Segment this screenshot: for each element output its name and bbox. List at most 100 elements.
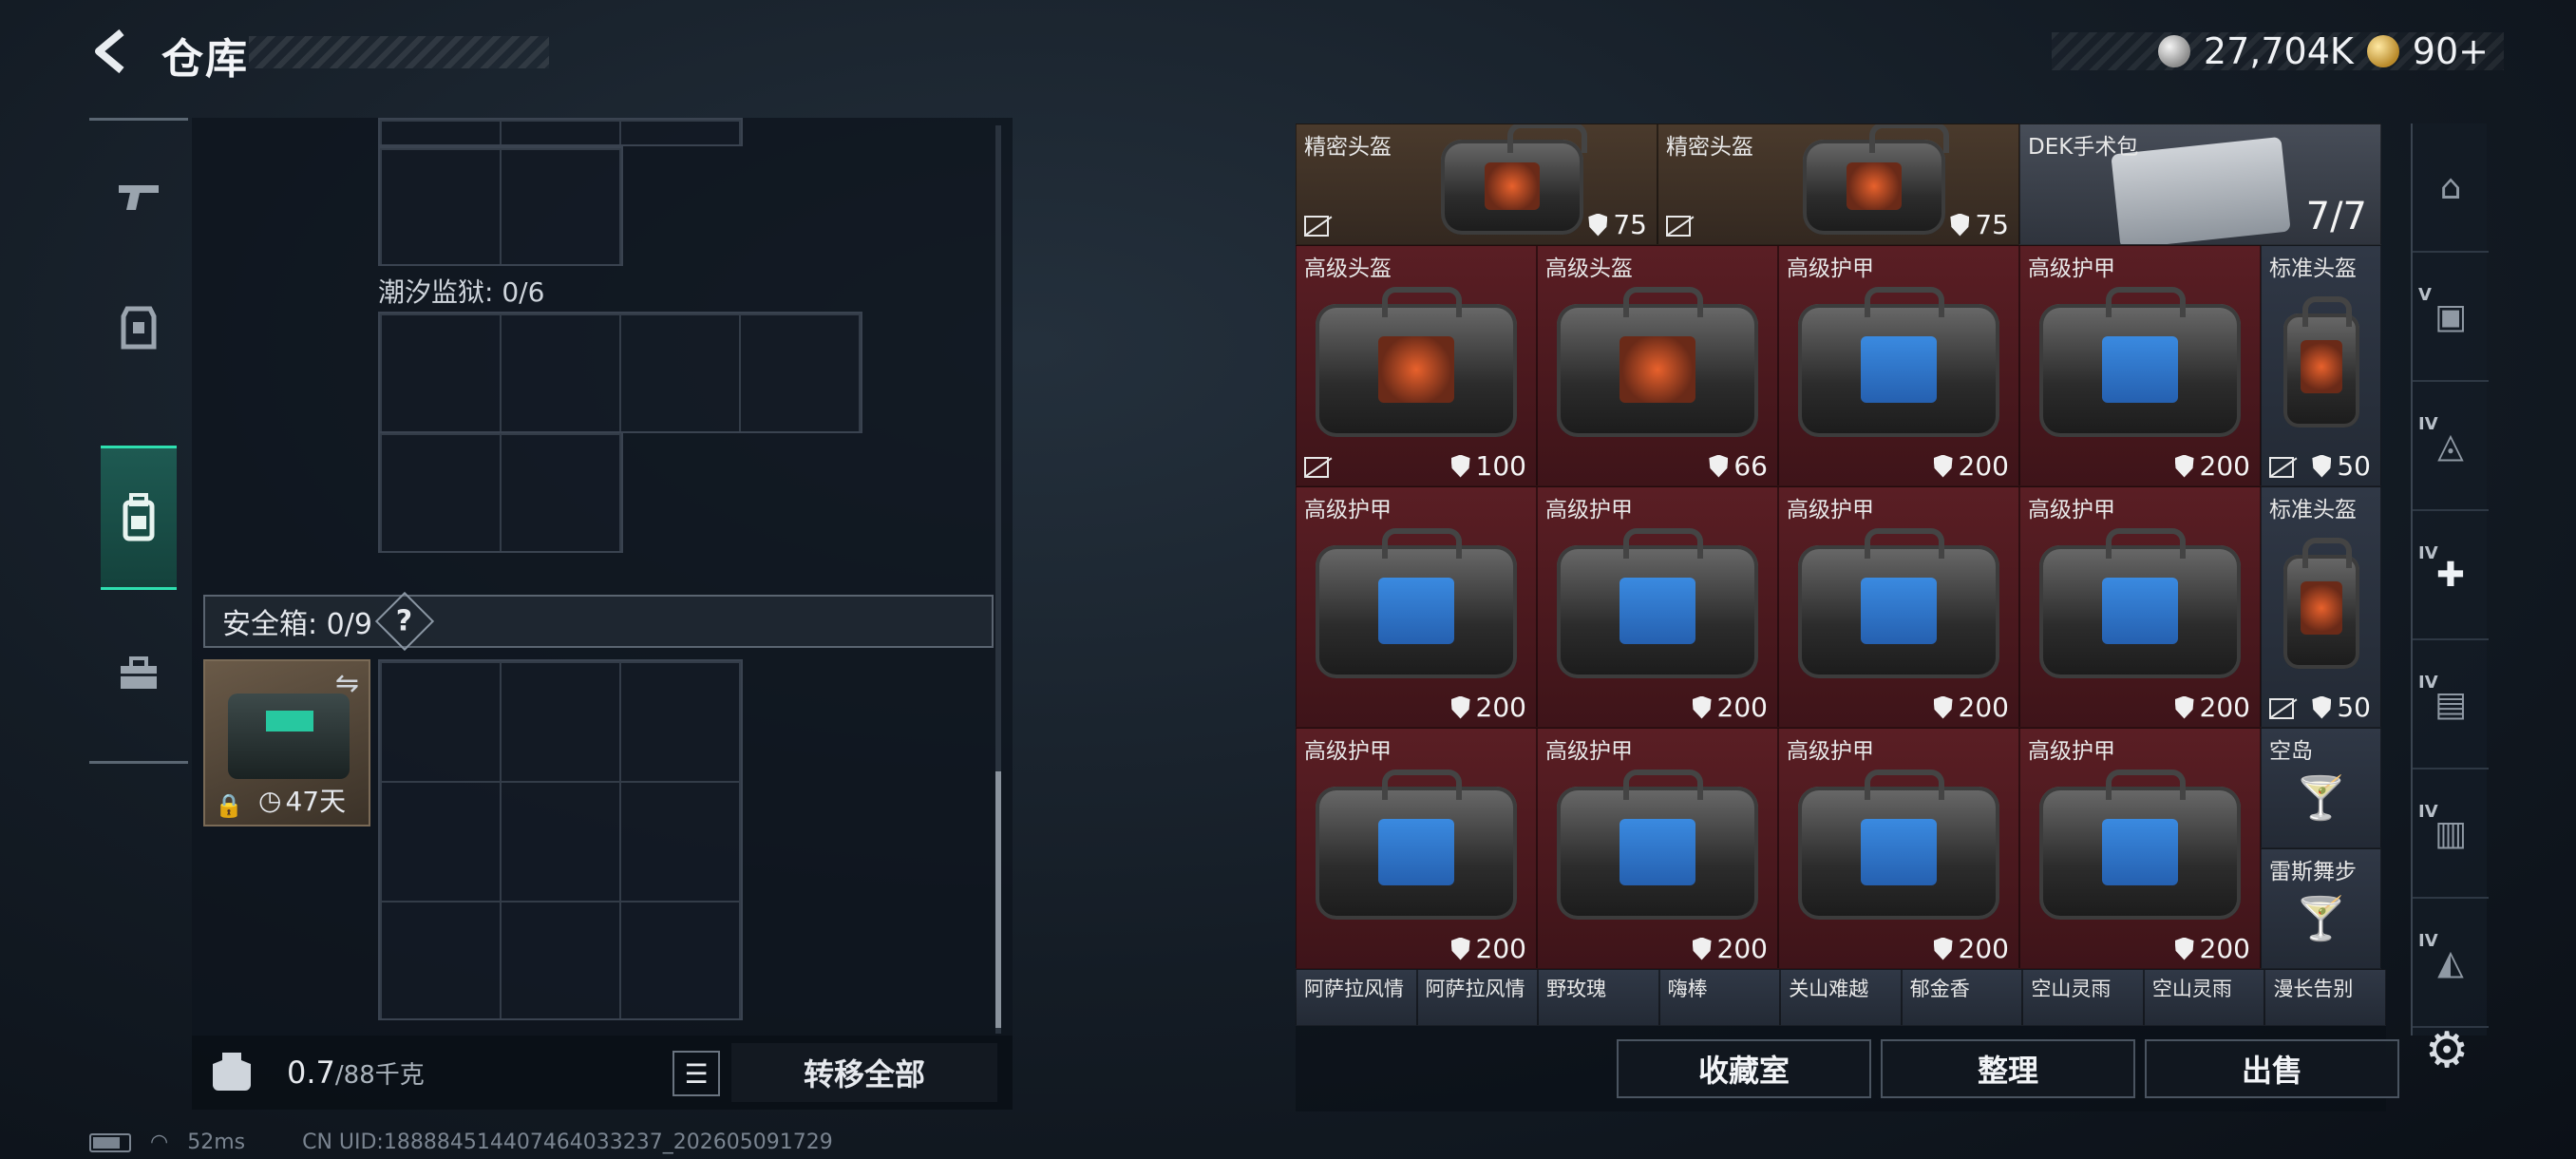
item-name: 标准头盔 xyxy=(2269,498,2357,522)
prison-container-label: 潮汐监狱: 0/6 xyxy=(378,276,545,308)
weight-readout: 0.7/88千克 xyxy=(287,1054,425,1091)
helmet-bag-image xyxy=(1316,287,1517,438)
item-cell[interactable]: 高级护甲 200 xyxy=(1537,486,1778,728)
item-name: 高级护甲 xyxy=(2028,739,2115,764)
no-repair-icon xyxy=(1304,457,1329,478)
standard-helmet-image xyxy=(2282,538,2359,670)
shield-icon xyxy=(2174,695,2194,719)
pistol-icon[interactable] xyxy=(99,157,179,237)
container-grid-top[interactable] xyxy=(378,118,743,146)
item-cell[interactable]: 高级头盔 66 xyxy=(1537,245,1778,486)
item-name: 高级护甲 xyxy=(1787,498,1874,522)
shield-icon xyxy=(2174,937,2194,960)
item-cell[interactable]: 嗨棒 xyxy=(1658,969,1781,1026)
prison-grid-row1[interactable] xyxy=(378,312,862,433)
item-cell[interactable]: 高级护甲 200 xyxy=(2019,486,2261,728)
item-value: 50 xyxy=(2337,450,2371,482)
back-button[interactable] xyxy=(87,27,137,76)
backpack-scrollbar[interactable] xyxy=(995,125,1001,1034)
sort-button[interactable]: 整理 xyxy=(1881,1039,2135,1098)
armor-bag-image xyxy=(1798,287,1999,438)
item-cell[interactable]: 高级护甲 200 xyxy=(1296,486,1537,728)
item-cell[interactable]: 野玫瑰 xyxy=(1538,969,1659,1026)
uid-text: CN UID:1888845144074640332​37_2026050917… xyxy=(302,1130,833,1154)
prison-grid-row2[interactable] xyxy=(378,431,623,553)
item-cell[interactable]: 高级护甲 200 xyxy=(1778,486,2019,728)
toolbox-icon[interactable] xyxy=(99,634,179,713)
item-name: 高级护甲 xyxy=(2028,498,2115,522)
item-name: 高级护甲 xyxy=(1787,739,1874,764)
helmet-icon[interactable]: ⌂ xyxy=(2413,124,2489,253)
shield-icon xyxy=(2312,695,2332,719)
scrollbar-thumb[interactable] xyxy=(995,771,1001,1028)
item-cell[interactable]: 精密头盔 75 xyxy=(1657,124,2019,245)
item-cell[interactable]: 🍸 雷斯舞步 xyxy=(2261,848,2381,969)
item-durability: 7/7 xyxy=(2306,195,2367,238)
camera-icon[interactable]: ▣ V xyxy=(2413,253,2489,382)
item-cell[interactable]: 标准头盔 50 xyxy=(2261,245,2381,486)
item-durability: 200 xyxy=(1692,692,1768,723)
item-cell[interactable]: 精密头盔 75 xyxy=(1296,124,1657,245)
backpack-panel: 潮汐监狱: 0/6 安全箱: 0/9 ? ⇋ 🔒 ◷ 47天 0.7/88千克 … xyxy=(192,118,1013,1110)
no-repair-icon xyxy=(2269,457,2294,478)
map-icon[interactable]: ◭ IV xyxy=(2413,899,2489,1028)
weapon-crate-icon[interactable]: ◬ IV xyxy=(2413,382,2489,511)
safebox-label: 安全箱: 0/9 xyxy=(222,608,372,641)
shield-icon xyxy=(1692,695,1712,719)
item-cell[interactable]: 高级护甲 200 xyxy=(2019,728,2261,969)
sell-button[interactable]: 出售 xyxy=(2145,1039,2399,1098)
shield-icon xyxy=(1933,454,1953,478)
safebox-item-card[interactable]: ⇋ 🔒 ◷ 47天 xyxy=(203,659,370,826)
armor-vest-icon[interactable] xyxy=(99,288,179,368)
item-cell[interactable]: 阿萨拉风情 xyxy=(1296,969,1417,1026)
helmet-bag-image xyxy=(1557,287,1758,438)
container-grid-upper[interactable] xyxy=(378,146,623,266)
item-cell[interactable]: 郁金香 xyxy=(1901,969,2023,1026)
item-cell[interactable]: 空山灵雨 xyxy=(2022,969,2144,1026)
settings-gear-icon[interactable]: ⚙ xyxy=(2418,1022,2475,1079)
item-cell[interactable]: 高级护甲 200 xyxy=(1778,728,2019,969)
safebox-grid[interactable] xyxy=(378,659,743,1020)
item-cell[interactable]: 漫长告别 xyxy=(2264,969,2386,1026)
help-button[interactable]: ? xyxy=(374,591,435,652)
item-cell[interactable]: 高级头盔 100 xyxy=(1296,245,1537,486)
item-cell[interactable]: 🍸 空岛 xyxy=(2261,728,2381,848)
folder-icon[interactable]: ▥ IV xyxy=(2413,770,2489,899)
shield-icon xyxy=(2312,454,2332,478)
item-cell[interactable]: DEK手术包 7/7 xyxy=(2019,124,2381,245)
item-name: 高级护甲 xyxy=(1304,739,1392,764)
shield-icon xyxy=(1933,937,1953,960)
item-durability: 50 xyxy=(2312,692,2371,723)
shield-icon xyxy=(2174,454,2194,478)
item-durability: 75 xyxy=(1588,209,1647,240)
item-durability: 200 xyxy=(1692,933,1768,964)
item-durability: 200 xyxy=(1450,933,1526,964)
item-cell[interactable]: 阿萨拉风情 xyxy=(1416,969,1539,1026)
item-cell[interactable]: 空山灵雨 xyxy=(2143,969,2265,1026)
shield-icon xyxy=(1450,454,1470,478)
item-cell[interactable]: 关山难越 xyxy=(1780,969,1902,1026)
item-name: 雷斯舞步 xyxy=(2269,860,2357,884)
item-cell[interactable]: 高级护甲 200 xyxy=(2019,245,2261,486)
silver-currency-value: 27,704K xyxy=(2203,30,2354,72)
backpack-footer: 0.7/88千克 ☰ 转移全部 xyxy=(192,1036,1013,1110)
backpack-icon[interactable] xyxy=(101,446,177,590)
collection-room-button[interactable]: 收藏室 xyxy=(1617,1039,1871,1098)
item-cell[interactable]: 标准头盔 50 xyxy=(2261,486,2381,728)
armor-bag-image xyxy=(1316,528,1517,679)
item-cell[interactable]: 高级护甲 200 xyxy=(1296,728,1537,969)
battery-icon xyxy=(89,1132,131,1152)
warehouse-action-bar: 收藏室 整理 出售 xyxy=(1296,1026,2399,1112)
medical-kit-icon[interactable]: ✚ IV xyxy=(2413,511,2489,640)
item-cell[interactable]: 高级护甲 200 xyxy=(1537,728,1778,969)
list-view-button[interactable]: ☰ xyxy=(672,1051,720,1096)
no-repair-icon xyxy=(2269,698,2294,719)
item-name: 阿萨拉风情 xyxy=(1304,978,1404,1000)
tier-label: IV xyxy=(2418,673,2438,693)
ammo-box-icon[interactable]: ▤ IV xyxy=(2413,640,2489,770)
item-cell[interactable]: 高级护甲 200 xyxy=(1778,245,2019,486)
swap-icon[interactable]: ⇋ xyxy=(335,667,359,700)
gold-currency-value[interactable]: 90+ xyxy=(2413,30,2489,72)
transfer-all-button[interactable]: 转移全部 xyxy=(731,1043,997,1102)
armor-bag-image xyxy=(2039,528,2241,679)
